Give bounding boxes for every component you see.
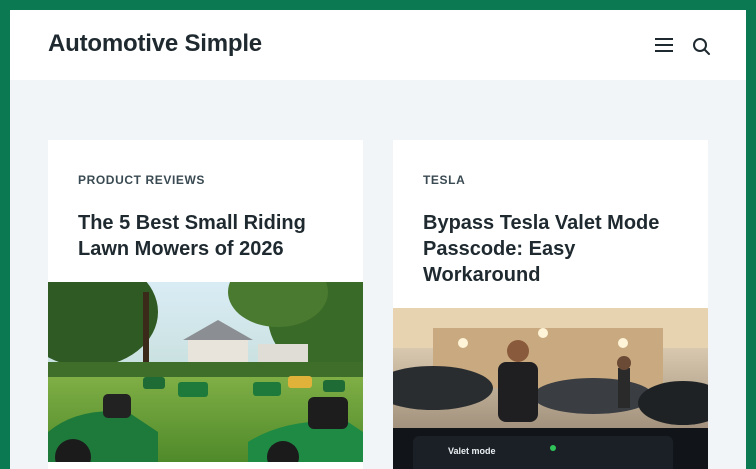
post-card[interactable]: PRODUCT REVIEWS The 5 Best Small Riding … <box>48 140 363 469</box>
page-frame: Automotive Simple PRODUCT REVIEWS The 5 … <box>10 10 746 469</box>
site-title[interactable]: Automotive Simple <box>48 30 262 58</box>
site-header: Automotive Simple <box>10 10 746 80</box>
post-title[interactable]: Bypass Tesla Valet Mode Passcode: Easy W… <box>423 210 683 288</box>
post-card[interactable]: TESLA Bypass Tesla Valet Mode Passcode: … <box>393 140 708 469</box>
screen-caption: Valet mode <box>448 446 496 456</box>
lawn-mowers-photo[interactable] <box>48 282 363 462</box>
menu-icon[interactable] <box>654 36 674 54</box>
post-category[interactable]: TESLA <box>423 173 465 187</box>
search-icon[interactable] <box>691 36 711 56</box>
post-category[interactable]: PRODUCT REVIEWS <box>78 173 205 187</box>
post-title[interactable]: The 5 Best Small Riding Lawn Mowers of 2… <box>78 210 338 262</box>
tesla-valet-photo[interactable]: Valet mode <box>393 308 708 469</box>
